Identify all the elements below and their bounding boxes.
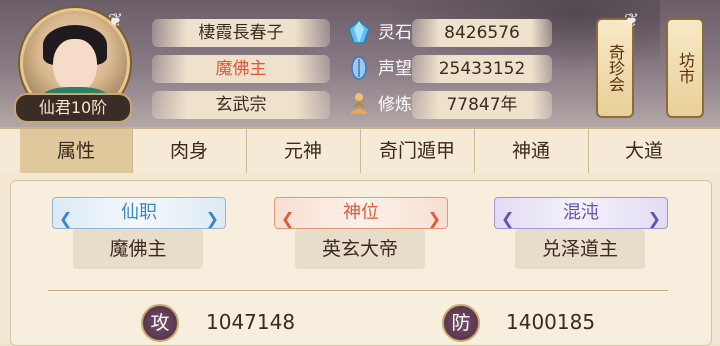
divine-rank-value: 英玄大帝 (295, 229, 425, 269)
card-title-label: 神位 (343, 202, 379, 223)
tab-great-dao[interactable]: 大道 (588, 129, 700, 173)
market-button[interactable]: 坊市 (666, 18, 704, 118)
chevron-right-icon: ❯ (647, 209, 661, 228)
immortal-office-title: ❮ 仙职 ❯ (52, 197, 226, 229)
chevron-right-icon: ❯ (427, 209, 441, 228)
card-title-label: 仙职 (121, 202, 157, 223)
player-title: 棲霞長春子 (152, 19, 330, 47)
chevron-left-icon: ❮ (59, 209, 73, 228)
tab-attributes[interactable]: 属性 (20, 129, 133, 173)
tab-divine-arts[interactable]: 神通 (474, 129, 589, 173)
rank-badge: 仙君10阶 (14, 93, 132, 123)
divine-rank-title: ❮ 神位 ❯ (274, 197, 448, 229)
defense-icon: 防 (442, 304, 480, 342)
defense-value: 1400185 (506, 310, 596, 334)
chaos-value: 兑泽道主 (515, 229, 645, 269)
stat-label: 声望 (378, 59, 412, 79)
market-label: 坊市 (676, 52, 695, 84)
stat-spirit-stone: 灵石 8426576 (346, 19, 556, 47)
tab-formation[interactable]: 奇门遁甲 (360, 129, 475, 173)
stat-value: 8426576 (412, 19, 552, 47)
chevron-left-icon: ❮ (501, 209, 515, 228)
stat-reputation: 声望 25433152 (346, 55, 556, 83)
spirit-stone-icon (348, 20, 370, 44)
attack-value: 1047148 (206, 310, 296, 334)
treasure-fair-button[interactable]: 奇珍会 (596, 18, 634, 118)
butterfly-icon: ❦ (624, 10, 640, 31)
tab-bar: 属性 肉身 元神 奇门遁甲 神通 大道 (0, 127, 720, 175)
stat-value: 77847年 (412, 91, 552, 119)
tab-body[interactable]: 肉身 (132, 129, 247, 173)
treasure-fair-label: 奇珍会 (606, 44, 625, 92)
stat-label: 灵石 (378, 23, 412, 43)
attack-icon: 攻 (141, 304, 179, 342)
meditation-icon (350, 93, 368, 114)
avatar-face (53, 39, 97, 93)
reputation-icon (351, 56, 367, 80)
chevron-left-icon: ❮ (281, 209, 295, 228)
chaos-title: ❮ 混沌 ❯ (494, 197, 668, 229)
player-position: 魔佛主 (152, 55, 330, 83)
stat-label: 修炼 (378, 95, 412, 115)
butterfly-icon: ❦ (108, 10, 124, 31)
stat-cultivation: 修炼 77847年 (346, 91, 556, 119)
chevron-right-icon: ❯ (205, 209, 219, 228)
card-title-label: 混沌 (563, 202, 599, 223)
player-sect: 玄武宗 (152, 91, 330, 119)
stat-value: 25433152 (412, 55, 552, 83)
immortal-office-value: 魔佛主 (73, 229, 203, 269)
tab-spirit[interactable]: 元神 (246, 129, 361, 173)
divider (48, 290, 668, 291)
